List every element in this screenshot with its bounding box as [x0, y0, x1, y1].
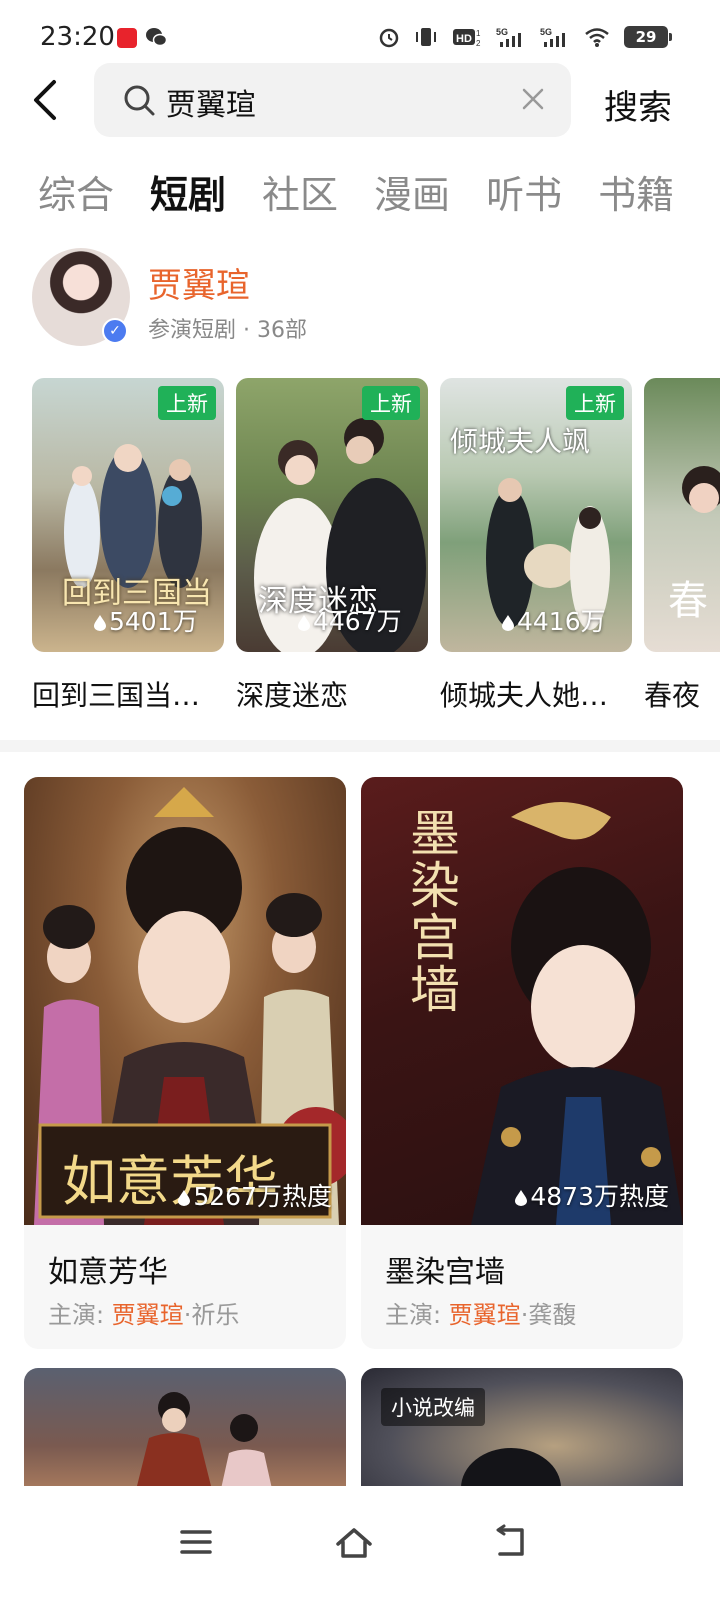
- tab-community[interactable]: 社区: [262, 164, 338, 219]
- back-nav-icon[interactable]: [490, 1522, 530, 1562]
- heat-count: 5401万: [94, 602, 198, 638]
- drama-poster: 如意芳华 5267万热度: [24, 777, 346, 1225]
- new-badge: 上新: [566, 386, 624, 420]
- vibrate-icon: [416, 28, 436, 46]
- heat-value: 5267万热度: [193, 1182, 332, 1211]
- search-icon: [124, 85, 155, 116]
- flame-icon: [178, 1190, 191, 1206]
- system-nav-bar: [0, 1486, 720, 1600]
- drama-title: 春夜: [644, 679, 701, 712]
- heat-count: 5267万热度: [178, 1177, 332, 1213]
- svg-text:5G: 5G: [540, 27, 552, 37]
- wifi-icon: [585, 28, 609, 47]
- signal-5g-icon: 5G: [540, 27, 565, 47]
- drama-card-large[interactable]: 如意芳华 5267万热度 如意芳华 主演: 贾翼瑄·祈乐: [24, 777, 346, 1349]
- actor-meta: 参演短剧 · 36部: [148, 318, 307, 343]
- menu-icon[interactable]: [176, 1522, 216, 1562]
- drama-title: 如意芳华: [48, 1255, 168, 1290]
- flame-icon: [502, 615, 514, 631]
- heat-count: 4467万: [298, 602, 402, 638]
- cast-label: 主演:: [48, 1301, 105, 1329]
- home-icon[interactable]: [334, 1522, 374, 1562]
- heat-value: 5401万: [109, 607, 198, 636]
- poster-title: 倾城夫人飒: [450, 425, 591, 458]
- tab-audiobooks[interactable]: 听书: [486, 164, 562, 219]
- wechat-icon: [146, 28, 167, 47]
- verified-icon: ✓: [102, 318, 128, 344]
- flame-icon: [298, 615, 310, 631]
- drama-poster: 倾城夫人飒 上新 4416万: [440, 378, 632, 652]
- drama-title: 墨染宫墙: [385, 1255, 505, 1290]
- hd-icon: HD 12: [453, 29, 481, 48]
- clear-icon[interactable]: [521, 87, 545, 111]
- app-notification-icon: [117, 28, 137, 48]
- drama-card[interactable]: 回到三国当 上新 5401万 回到三国当…: [32, 378, 224, 714]
- poster-title: 春: [668, 578, 708, 624]
- search-button[interactable]: 搜索: [604, 80, 672, 129]
- signal-5g-icon: 5G: [496, 27, 521, 47]
- flame-icon: [515, 1190, 528, 1206]
- cast-line: 主演: 贾翼瑄·祈乐: [48, 1295, 239, 1330]
- drama-title: 倾城夫人她…: [440, 679, 609, 712]
- cast-label: 主演:: [385, 1301, 442, 1329]
- drama-card[interactable]: 倾城夫人飒 上新 4416万 倾城夫人她…: [440, 378, 632, 714]
- poster-title: 墨染宫墙: [402, 807, 460, 1015]
- section-divider: [0, 740, 720, 752]
- cast-line: 主演: 贾翼瑄·龚馥: [385, 1295, 576, 1330]
- heat-count: 4873万热度: [515, 1177, 669, 1213]
- flame-icon: [94, 615, 106, 631]
- heat-value: 4416万: [517, 607, 606, 636]
- heat-value: 4467万: [313, 607, 402, 636]
- tab-books[interactable]: 书籍: [598, 164, 674, 219]
- tab-comics[interactable]: 漫画: [374, 164, 450, 219]
- new-badge: 上新: [362, 386, 420, 420]
- alarm-icon: [379, 28, 399, 48]
- heat-value: 4873万热度: [530, 1182, 669, 1211]
- drama-poster: 深度迷恋 上新 4467万: [236, 378, 428, 652]
- co-actor: ·龚馥: [520, 1301, 577, 1329]
- drama-poster: 回到三国当 上新 5401万: [32, 378, 224, 652]
- svg-text:HD: HD: [456, 33, 472, 45]
- heat-count: 4416万: [502, 602, 606, 638]
- new-badge: 上新: [158, 386, 216, 420]
- co-actor: ·祈乐: [183, 1301, 240, 1329]
- drama-card-large[interactable]: [24, 1368, 346, 1498]
- actor-name[interactable]: 贾翼瑄: [148, 258, 250, 307]
- status-icons: HD 1 2 5G 5G 29: [378, 26, 672, 48]
- search-query: 贾翼瑄: [166, 88, 256, 123]
- drama-card-large[interactable]: 墨染宫墙 4873万热度 墨染宫墙 主演: 贾翼瑄·龚馥: [361, 777, 683, 1349]
- drama-poster: 墨染宫墙 4873万热度: [361, 777, 683, 1225]
- drama-title: 深度迷恋: [236, 679, 349, 712]
- search-input[interactable]: 贾翼瑄: [94, 63, 571, 137]
- svg-text:1: 1: [476, 29, 481, 38]
- drama-carousel: 回到三国当 上新 5401万 回到三国当… 深度迷恋 上新 4467万 深度迷恋: [32, 378, 720, 718]
- status-time: 23:20: [40, 22, 115, 52]
- drama-card-large[interactable]: 小说改编: [361, 1368, 683, 1498]
- lead-actor[interactable]: 贾翼瑄: [449, 1301, 521, 1329]
- tab-general[interactable]: 综合: [38, 164, 114, 219]
- category-tabs: 综合 短剧 社区 漫画 听书 书籍: [38, 164, 720, 220]
- svg-text:5G: 5G: [496, 27, 508, 37]
- back-button[interactable]: [28, 78, 68, 122]
- drama-card[interactable]: 深度迷恋 上新 4467万 深度迷恋: [236, 378, 428, 714]
- drama-poster: 春: [644, 378, 720, 652]
- tab-short-drama[interactable]: 短剧: [150, 164, 226, 219]
- lead-actor[interactable]: 贾翼瑄: [112, 1301, 184, 1329]
- drama-card[interactable]: 春 春夜: [644, 378, 720, 714]
- svg-text:2: 2: [476, 39, 481, 48]
- drama-title: 回到三国当…: [32, 679, 201, 712]
- battery-icon: 29: [624, 26, 672, 48]
- novel-adaptation-badge: 小说改编: [381, 1388, 485, 1426]
